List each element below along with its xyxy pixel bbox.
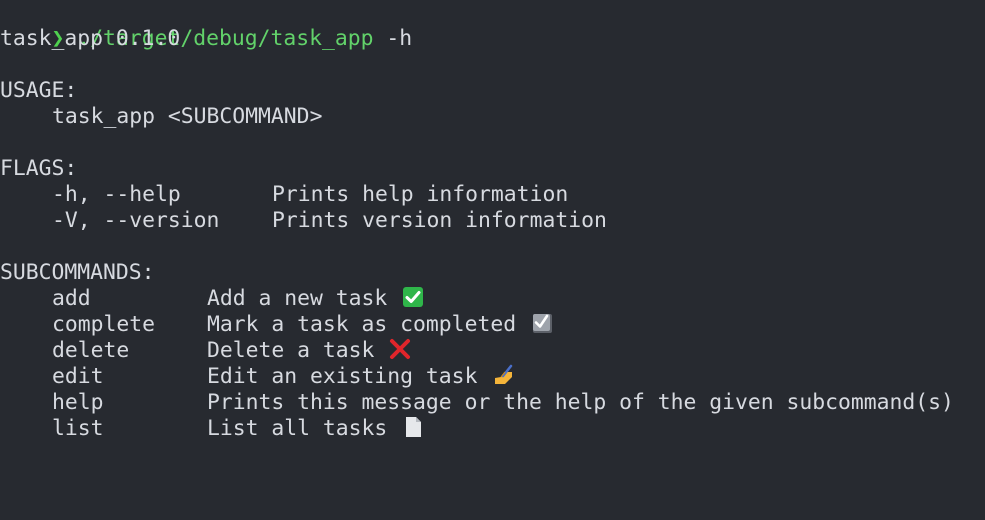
subcommand-row: edit Edit an existing task	[0, 364, 985, 390]
flag-row: -h, --help Prints help information	[0, 182, 985, 208]
subcommand-description: Add a new task	[207, 286, 388, 311]
usage-heading: USAGE:	[0, 78, 78, 103]
flag-row: -V, --version Prints version information	[0, 208, 985, 234]
flag-name: -h, --help	[52, 182, 181, 207]
subcommand-name: complete	[52, 312, 156, 337]
subcommand-description: Mark a task as completed	[207, 312, 517, 337]
usage-text: task_app <SUBCOMMAND>	[52, 104, 323, 129]
ballot-box-check-icon	[532, 314, 552, 333]
subcommand-row: add Add a new task	[0, 286, 985, 312]
command-flag: -h	[373, 26, 413, 51]
terminal-window: ❯ ./target/debug/task_app -h task_app 0.…	[0, 0, 985, 458]
subcommand-name: delete	[52, 338, 130, 363]
cross-mark-icon	[390, 339, 411, 359]
subcommand-name: list	[52, 416, 104, 441]
page-icon	[406, 417, 422, 437]
subcommand-name: add	[52, 286, 91, 311]
subcommand-name: help	[52, 390, 104, 415]
check-mark-button-icon	[403, 287, 424, 307]
subcommand-row: help Prints this message or the help of …	[0, 390, 985, 416]
subcommand-row: complete Mark a task as completed	[0, 312, 985, 338]
version-line: task_app 0.1.0	[0, 26, 181, 51]
subcommand-description: Delete a task	[207, 338, 375, 363]
flag-description: Prints help information	[272, 182, 569, 207]
subcommand-description: Prints this message or the help of the g…	[207, 390, 954, 415]
subcommand-description: Edit an existing task	[207, 364, 478, 389]
writing-hand-icon	[495, 364, 513, 384]
prompt-line: ❯ ./target/debug/task_app -h	[0, 0, 413, 51]
flag-description: Prints version information	[272, 208, 607, 233]
subcommands-heading: SUBCOMMANDS:	[0, 260, 155, 285]
subcommand-row: delete Delete a task	[0, 338, 985, 364]
subcommand-name: edit	[52, 364, 104, 389]
subcommand-row: list List all tasks	[0, 416, 985, 442]
flag-name: -V, --version	[52, 208, 220, 233]
subcommand-description: List all tasks	[207, 416, 388, 441]
flags-heading: FLAGS:	[0, 156, 78, 181]
